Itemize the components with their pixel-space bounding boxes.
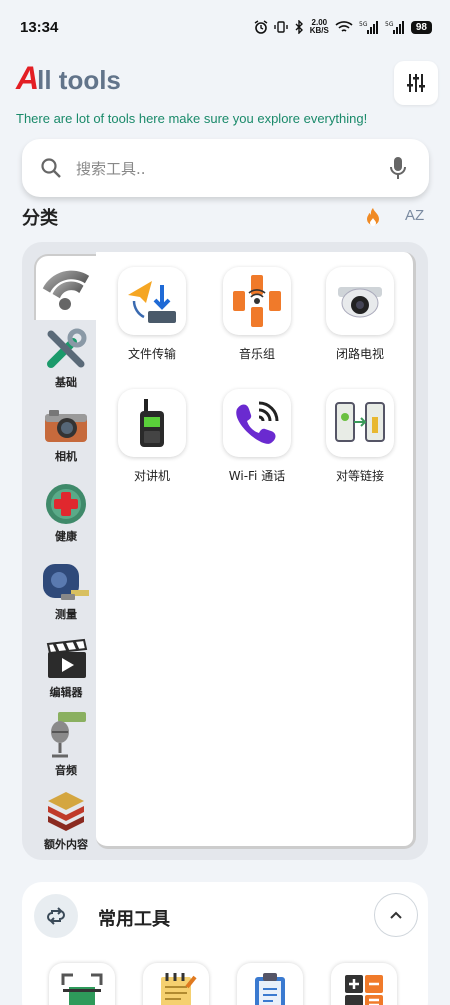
category-label: 音频: [55, 764, 77, 777]
category-label: 基础: [55, 376, 77, 389]
peer-link-icon: [335, 402, 385, 442]
status-time: 13:34: [20, 18, 59, 36]
tool-label: 闭路电视: [335, 347, 384, 361]
category-item-wifi[interactable]: [34, 254, 98, 320]
scanner-icon: [61, 973, 103, 1005]
chevron-up-icon: [390, 911, 402, 919]
tool-label: Wi-Fi 通话: [228, 469, 286, 483]
alarm-icon: [254, 20, 268, 34]
battery-level: 98: [410, 20, 432, 34]
app-title-first-letter: A: [16, 60, 39, 96]
tool-peer-link[interactable]: 对等链接: [310, 389, 410, 484]
app-title: A ll tools: [16, 60, 121, 97]
tool-icon-box: [326, 389, 394, 457]
refresh-icon[interactable]: [34, 894, 78, 938]
common-tool-clipboard[interactable]: [237, 963, 303, 1005]
collapse-button[interactable]: [374, 893, 418, 937]
signal-5g-icon: 5G: [359, 21, 378, 34]
category-label: 额外内容: [44, 838, 88, 851]
wifi-call-icon: [236, 401, 279, 444]
tool-icon-box: [118, 389, 186, 457]
tool-label: 对讲机: [133, 469, 170, 483]
common-tools-card: 常用工具: [22, 882, 428, 1005]
search-icon: [41, 158, 61, 178]
tape-measure-icon: [43, 564, 89, 600]
categories-title: 分类: [22, 208, 58, 229]
search-bar[interactable]: 搜索工具..: [22, 139, 429, 197]
tool-walkie-talkie[interactable]: 对讲机: [102, 389, 202, 484]
svg-text:5G: 5G: [359, 21, 368, 28]
microphone-icon[interactable]: [389, 156, 407, 180]
sliders-icon: [407, 74, 425, 92]
category-label: 健康: [55, 530, 77, 543]
tool-file-transfer[interactable]: 文件传输: [102, 267, 202, 362]
category-label: 测量: [55, 608, 77, 621]
app-title-text: ll tools: [37, 65, 121, 95]
tagline: There are lot of tools here make sure yo…: [16, 111, 368, 126]
svg-text:5G: 5G: [385, 21, 394, 28]
tool-icon-box: [223, 267, 291, 335]
common-tool-calculator[interactable]: [331, 963, 397, 1005]
network-speed: 2.00 KB/S: [310, 19, 329, 35]
sort-az-icon[interactable]: AZ: [405, 207, 424, 224]
category-label: 相机: [55, 450, 77, 463]
tool-label: 文件传输: [127, 347, 176, 361]
tool-icon-box: [223, 389, 291, 457]
tool-label: 对等链接: [335, 469, 384, 483]
fire-icon[interactable]: [364, 207, 382, 227]
tool-wifi-call[interactable]: Wi-Fi 通话: [207, 389, 307, 484]
common-tools-title: 常用工具: [98, 909, 170, 930]
clapperboard-icon: [46, 638, 88, 678]
wifi-icon: [42, 270, 90, 310]
speed-unit: KB/S: [309, 26, 329, 35]
health-cross-icon: [46, 484, 86, 524]
camera-icon: [45, 410, 87, 442]
notepad-icon: [161, 973, 197, 1005]
status-bar: 13:34 2.00 KB/S 5G 5G 98: [0, 0, 450, 54]
signal-5g-icon-2: 5G: [385, 21, 404, 34]
stack-layers-icon: [48, 792, 84, 831]
common-tool-scanner[interactable]: [49, 963, 115, 1005]
tool-label: 音乐组: [238, 347, 275, 361]
file-transfer-icon: [128, 281, 176, 323]
microphone-vintage-icon: [51, 712, 86, 758]
tools-icon: [47, 328, 87, 368]
category-label: 编辑器: [49, 686, 83, 699]
music-group-icon: [233, 275, 281, 327]
common-tool-notepad[interactable]: [143, 963, 209, 1005]
cctv-camera-icon: [338, 287, 382, 318]
tool-icon-box: [326, 267, 394, 335]
tool-music-group[interactable]: 音乐组: [207, 267, 307, 362]
tool-icon-box: [118, 267, 186, 335]
calculator-icon: [345, 975, 383, 1005]
walkie-talkie-icon: [140, 399, 164, 447]
status-icons: 2.00 KB/S 5G 5G 98: [254, 19, 432, 35]
tool-cctv[interactable]: 闭路电视: [310, 267, 410, 362]
vibrate-icon: [274, 21, 288, 33]
bluetooth-icon: [295, 20, 303, 34]
tools-grid: 文件传输 音乐组 闭路电视 对讲机 Wi-Fi 通话 对等链接: [96, 252, 416, 849]
search-input[interactable]: 搜索工具..: [76, 158, 389, 179]
filter-settings-button[interactable]: [394, 61, 438, 105]
wifi-status-icon: [335, 21, 353, 32]
clipboard-icon: [255, 973, 285, 1005]
